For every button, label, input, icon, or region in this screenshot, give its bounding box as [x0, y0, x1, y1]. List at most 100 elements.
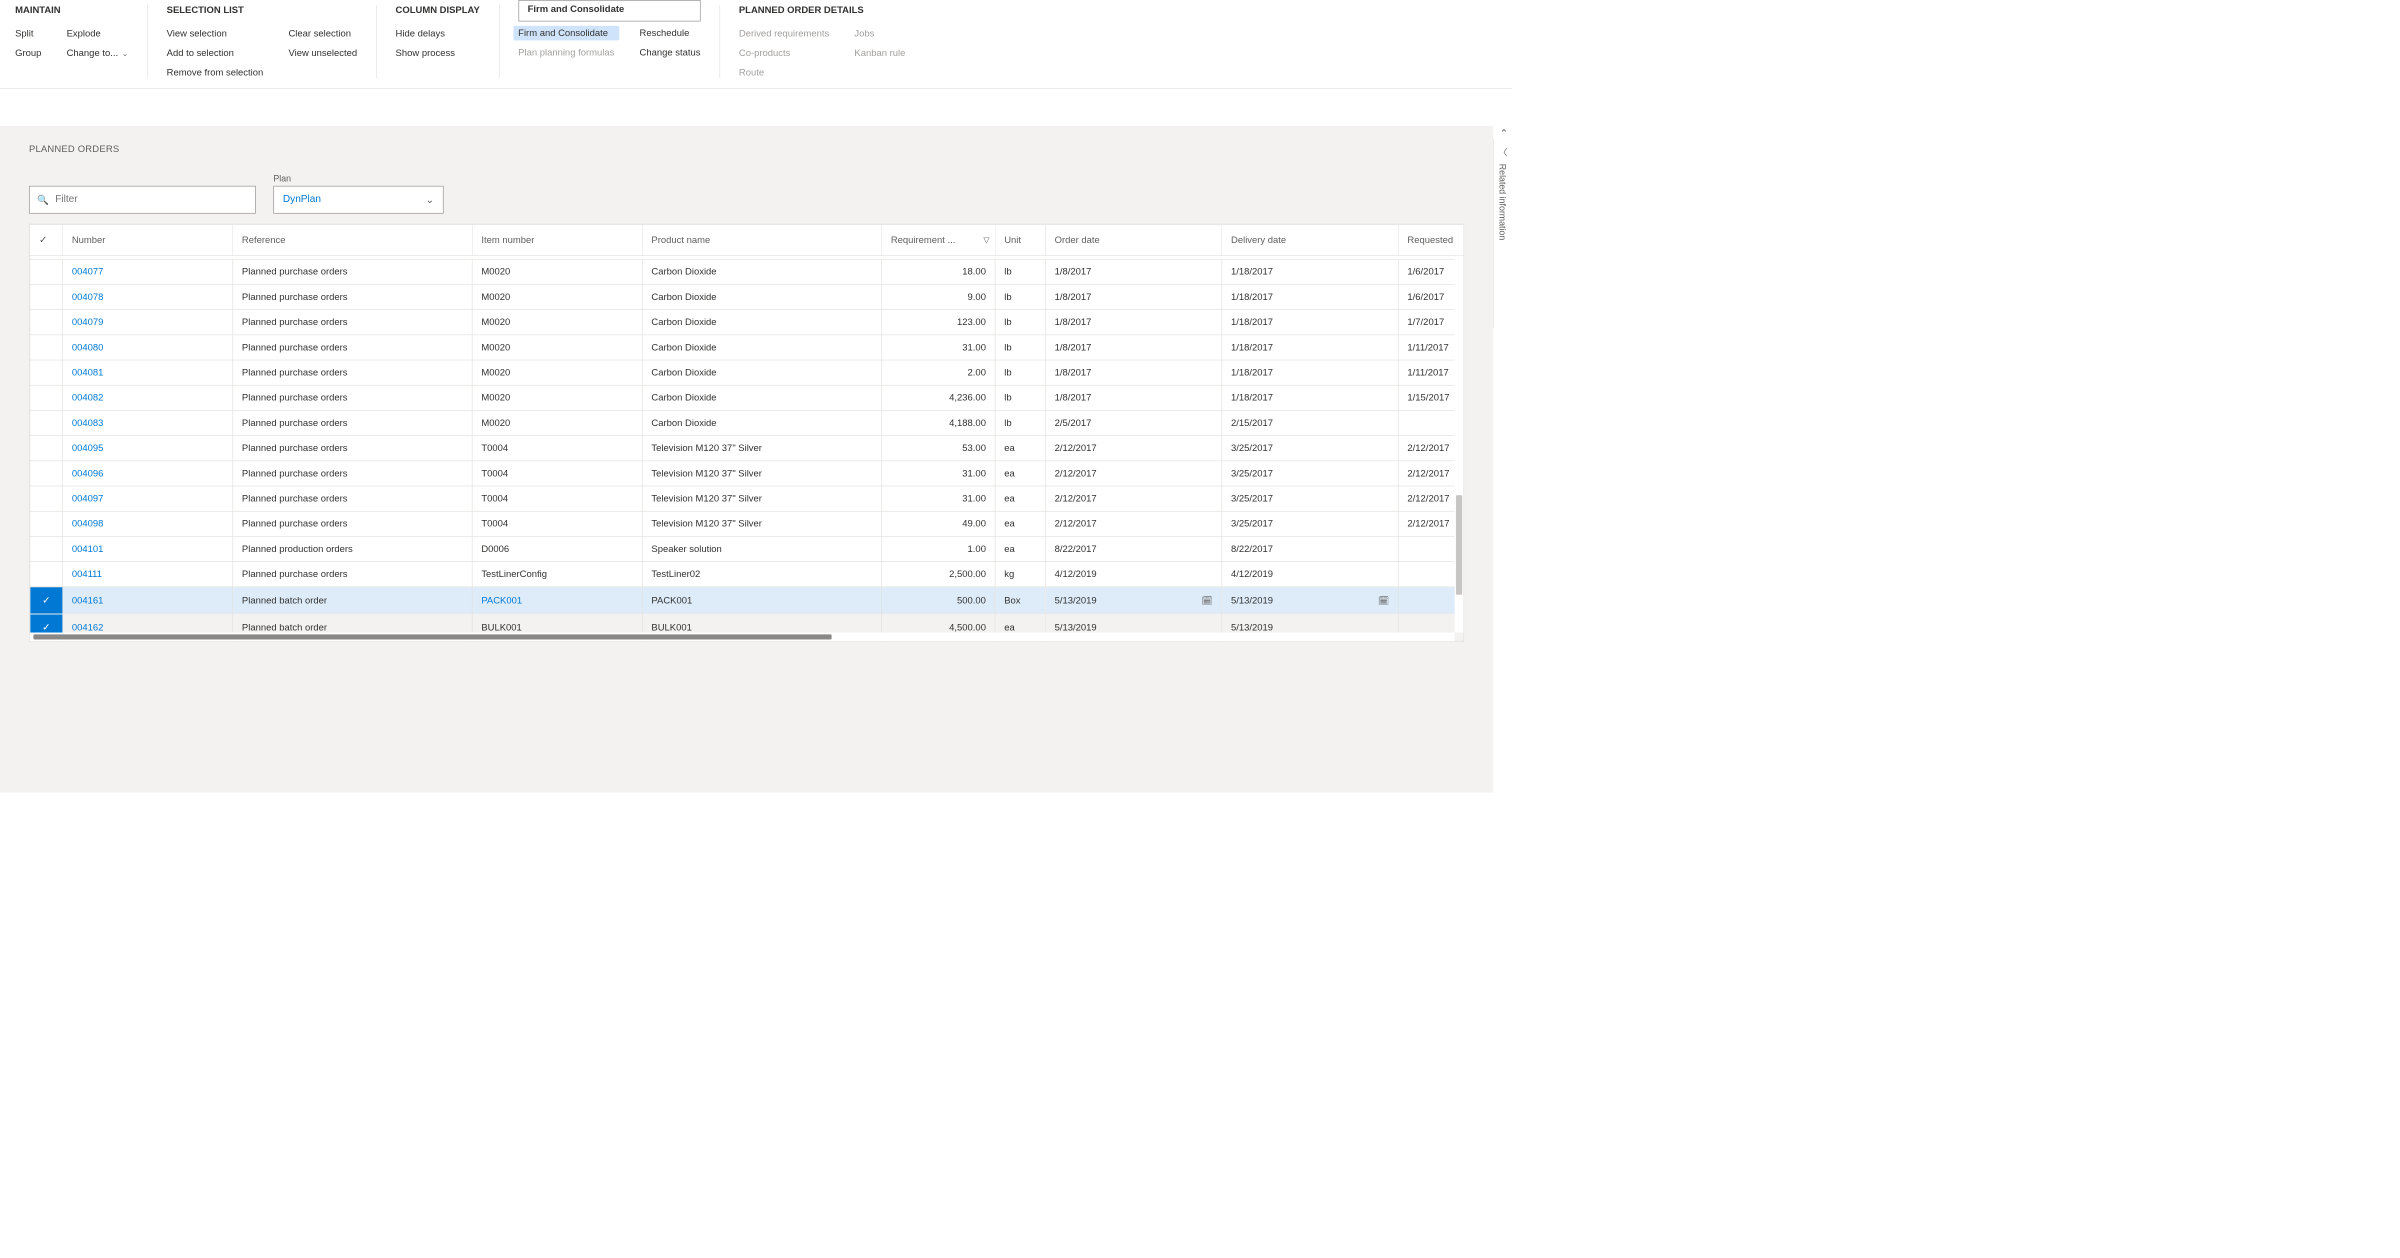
table-row[interactable]: 004077Planned purchase ordersM0020Carbon… [30, 259, 1464, 284]
table-row[interactable]: 004097Planned purchase ordersT0004Televi… [30, 486, 1464, 511]
number-link[interactable]: 004098 [72, 518, 104, 529]
number-link[interactable]: 004161 [72, 595, 104, 606]
scrollbar-vertical[interactable] [1455, 256, 1464, 633]
cell-chk[interactable] [30, 436, 63, 461]
column-header-label: Order date [1055, 235, 1100, 246]
cell-chk[interactable] [30, 385, 63, 410]
ribbon-item[interactable]: View unselected [288, 48, 357, 59]
column-header-item[interactable]: Item number [472, 225, 642, 256]
cell-chk[interactable] [30, 536, 63, 561]
cell-order: 2/5/2017 [1045, 410, 1221, 435]
table-row[interactable]: 004078Planned purchase ordersM0020Carbon… [30, 284, 1464, 309]
cell-qty: 31.00 [882, 486, 995, 511]
number-link[interactable]: 004095 [72, 443, 104, 454]
table-row[interactable]: 004111Planned purchase ordersTestLinerCo… [30, 562, 1464, 587]
cell-chk[interactable]: ✓ [30, 587, 63, 614]
column-header-qty[interactable]: Requirement ...▽ [882, 225, 995, 256]
scrollbar-horizontal[interactable] [30, 633, 1455, 642]
table-row[interactable]: 004101Planned production ordersD0006Spea… [30, 536, 1464, 561]
ribbon-item[interactable]: Split [15, 28, 41, 39]
calendar-icon[interactable]: 🗓 [1378, 595, 1389, 606]
ribbon-item[interactable]: Remove from selection [167, 67, 264, 78]
number-link[interactable]: 004081 [72, 367, 104, 378]
table-row[interactable]: 004098Planned purchase ordersT0004Televi… [30, 511, 1464, 536]
number-link[interactable]: 004097 [72, 493, 104, 504]
cell-chk[interactable] [30, 310, 63, 335]
ribbon-item[interactable]: Change status [640, 47, 701, 58]
table-row[interactable]: ✓004161Planned batch orderPACK001PACK001… [30, 587, 1464, 614]
cell-number: 004101 [63, 536, 233, 561]
column-header-chk[interactable]: ✓ [30, 225, 63, 256]
cell-qty: 2,500.00 [882, 562, 995, 587]
cell-chk[interactable] [30, 335, 63, 360]
table-row[interactable]: 004080Planned purchase ordersM0020Carbon… [30, 335, 1464, 360]
scrollbar-thumb[interactable] [1456, 495, 1462, 595]
ribbon-item[interactable]: Group [15, 48, 41, 59]
cell-chk[interactable] [30, 410, 63, 435]
ribbon-item[interactable]: Clear selection [288, 28, 357, 39]
cell-chk[interactable] [30, 562, 63, 587]
column-header-requested[interactable]: Requested [1398, 225, 1464, 256]
ribbon-item[interactable]: Hide delays [396, 28, 455, 39]
column-header-product[interactable]: Product name [642, 225, 881, 256]
planned-orders-grid: ✓NumberReferenceItem numberProduct nameR… [30, 224, 1465, 641]
item-number[interactable]: PACK001 [481, 595, 522, 606]
ribbon-item[interactable]: Change to...⌄ [67, 48, 129, 59]
cell-reference: Planned purchase orders [233, 310, 472, 335]
cell-delivery: 1/18/2017 [1222, 284, 1398, 309]
filter-box[interactable]: 🔍 [29, 186, 256, 214]
column-header-number[interactable]: Number [63, 225, 233, 256]
ribbon-item[interactable]: Show process [396, 48, 455, 59]
column-header-label: Number [72, 235, 106, 246]
filter-icon[interactable]: ▽ [983, 235, 989, 245]
cell-item: M0020 [472, 284, 642, 309]
calendar-icon[interactable]: 🗓 [1202, 595, 1213, 606]
ribbon-item[interactable]: Add to selection [167, 48, 264, 59]
number-link[interactable]: 004096 [72, 468, 104, 479]
number-link[interactable]: 004082 [72, 392, 104, 403]
scrollbar-thumb[interactable] [33, 634, 831, 639]
ribbon-item[interactable]: Explode [67, 28, 129, 39]
table-row[interactable]: 004095Planned purchase ordersT0004Televi… [30, 436, 1464, 461]
plan-dropdown[interactable]: DynPlan ⌄ [273, 186, 443, 214]
column-header-unit[interactable]: Unit [995, 225, 1045, 256]
number-link[interactable]: 004077 [72, 266, 104, 277]
number-link[interactable]: 004101 [72, 544, 104, 555]
cell-qty: 53.00 [882, 436, 995, 461]
column-header-reference[interactable]: Reference [233, 225, 472, 256]
number-link[interactable]: 004083 [72, 418, 104, 429]
cell-qty: 123.00 [882, 310, 995, 335]
filter-input[interactable] [55, 194, 247, 205]
table-row[interactable]: 004082Planned purchase ordersM0020Carbon… [30, 385, 1464, 410]
number-link[interactable]: 004079 [72, 317, 104, 328]
ribbon-item[interactable]: View selection [167, 28, 264, 39]
cell-product: TestLiner02 [642, 562, 881, 587]
cell-order: 2/12/2017 [1045, 436, 1221, 461]
column-header-order[interactable]: Order date [1045, 225, 1221, 256]
cell-item: T0004 [472, 461, 642, 486]
cell-delivery: 8/22/2017 [1222, 536, 1398, 561]
table-row[interactable]: 004083Planned purchase ordersM0020Carbon… [30, 410, 1464, 435]
cell-delivery: 1/18/2017 [1222, 310, 1398, 335]
cell-chk[interactable] [30, 360, 63, 385]
number-link[interactable]: 004111 [72, 569, 102, 580]
cell-chk[interactable] [30, 511, 63, 536]
number-link[interactable]: 004162 [72, 622, 104, 633]
ribbon-item[interactable]: Reschedule [640, 28, 701, 39]
cell-chk[interactable] [30, 284, 63, 309]
number-link[interactable]: 004078 [72, 292, 104, 303]
cell-chk[interactable] [30, 486, 63, 511]
related-information-tab[interactable]: 〈 Related information [1493, 139, 1512, 328]
table-row[interactable]: 004096Planned purchase ordersT0004Televi… [30, 461, 1464, 486]
ribbon-item: Jobs [854, 28, 905, 39]
cell-reference: Planned purchase orders [233, 360, 472, 385]
ribbon-group-title: PLANNED ORDER DETAILS [739, 5, 906, 16]
table-row[interactable]: 004081Planned purchase ordersM0020Carbon… [30, 360, 1464, 385]
ribbon-tab[interactable]: Firm and Consolidate [518, 0, 700, 21]
table-row[interactable]: 004079Planned purchase ordersM0020Carbon… [30, 310, 1464, 335]
cell-chk[interactable] [30, 259, 63, 284]
ribbon-item[interactable]: Firm and Consolidate [513, 26, 619, 40]
column-header-delivery[interactable]: Delivery date [1222, 225, 1398, 256]
number-link[interactable]: 004080 [72, 342, 104, 353]
cell-chk[interactable] [30, 461, 63, 486]
